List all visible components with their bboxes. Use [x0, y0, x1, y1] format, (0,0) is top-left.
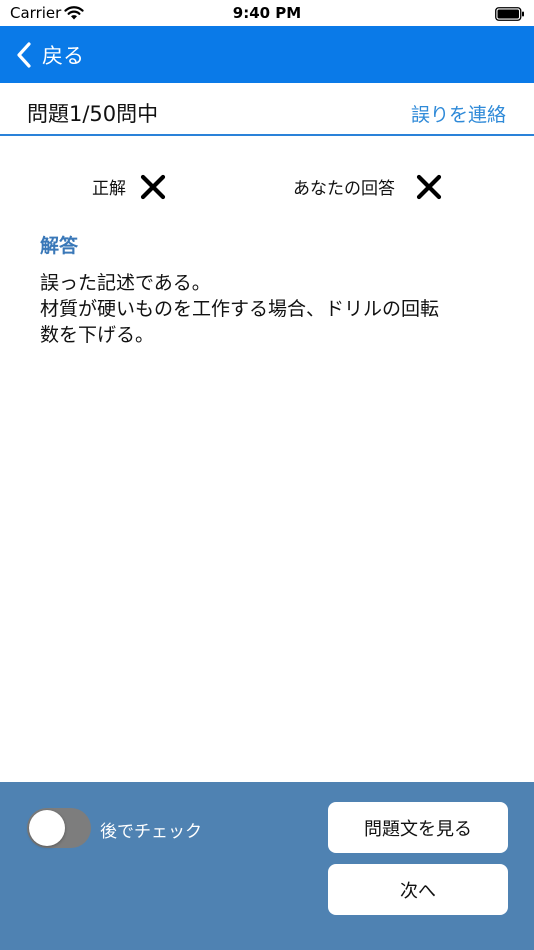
report-error-link[interactable]: 誤りを連絡 [411, 100, 506, 127]
back-button[interactable]: 戻る [14, 38, 84, 72]
check-later-label: 後でチェック [100, 822, 202, 842]
answer-heading: 解答 [40, 235, 79, 257]
view-question-button[interactable]: 問題文を見る [328, 802, 508, 853]
correct-answer-label: 正解 [92, 179, 126, 199]
status-bar: Carrier 9:40 PM [0, 0, 534, 26]
toggle-knob [29, 810, 65, 846]
bottom-panel: 後でチェック 問題文を見る 次へ [0, 782, 534, 950]
answer-line: 数を下げる。 [40, 324, 155, 346]
answer-body: 誤った記述である。 材質が硬いものを工作する場合、ドリルの回転 数を下げる。 [40, 270, 500, 348]
result-row: 正解 あなたの回答 [0, 160, 534, 210]
answer-line: 誤った記述である。 [40, 272, 211, 294]
your-answer-label: あなたの回答 [293, 179, 395, 199]
question-header: 問題1/50問中 誤りを連絡 [0, 83, 534, 136]
cross-icon [416, 174, 442, 204]
answer-screen: Carrier 9:40 PM 戻る 問題1/50問中 誤りを連絡 正解 あなた… [0, 0, 534, 950]
clock: 9:40 PM [232, 4, 302, 22]
back-label: 戻る [42, 44, 84, 68]
nav-bar: 戻る [0, 26, 534, 83]
check-later-toggle[interactable] [27, 808, 91, 848]
battery-icon [495, 6, 525, 25]
chevron-left-icon [17, 42, 31, 68]
cross-icon [140, 174, 166, 204]
question-count: 問題1/50問中 [27, 102, 159, 126]
answer-line: 材質が硬いものを工作する場合、ドリルの回転 [40, 298, 440, 320]
next-button[interactable]: 次へ [328, 864, 508, 915]
